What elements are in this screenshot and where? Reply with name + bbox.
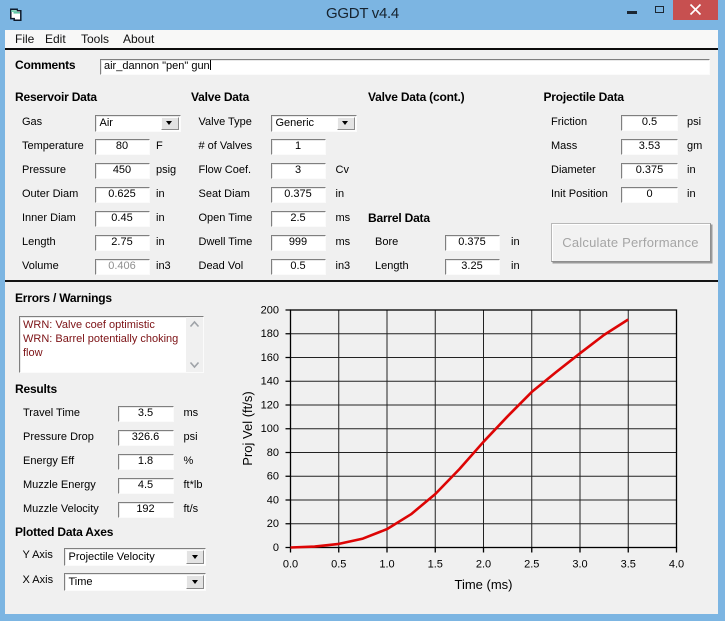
- svg-text:20: 20: [267, 518, 279, 530]
- svg-text:60: 60: [267, 471, 279, 483]
- svg-text:1.5: 1.5: [428, 559, 443, 571]
- svg-text:Time (ms): Time (ms): [454, 577, 512, 592]
- svg-text:120: 120: [261, 400, 279, 412]
- svg-text:0.0: 0.0: [283, 559, 298, 571]
- svg-text:4.0: 4.0: [669, 559, 684, 571]
- svg-text:1.0: 1.0: [379, 559, 394, 571]
- svg-text:2.5: 2.5: [524, 559, 539, 571]
- svg-text:40: 40: [267, 495, 279, 507]
- svg-text:3.0: 3.0: [572, 559, 587, 571]
- svg-text:Proj Vel (ft/s): Proj Vel (ft/s): [240, 391, 255, 465]
- svg-text:200: 200: [261, 305, 279, 317]
- svg-text:140: 140: [261, 376, 279, 388]
- svg-text:0: 0: [273, 542, 279, 554]
- svg-text:100: 100: [261, 423, 279, 435]
- svg-text:0.5: 0.5: [331, 559, 346, 571]
- svg-text:2.0: 2.0: [476, 559, 491, 571]
- svg-text:180: 180: [261, 328, 279, 340]
- svg-text:80: 80: [267, 447, 279, 459]
- svg-text:3.5: 3.5: [621, 559, 636, 571]
- svg-text:160: 160: [261, 352, 279, 364]
